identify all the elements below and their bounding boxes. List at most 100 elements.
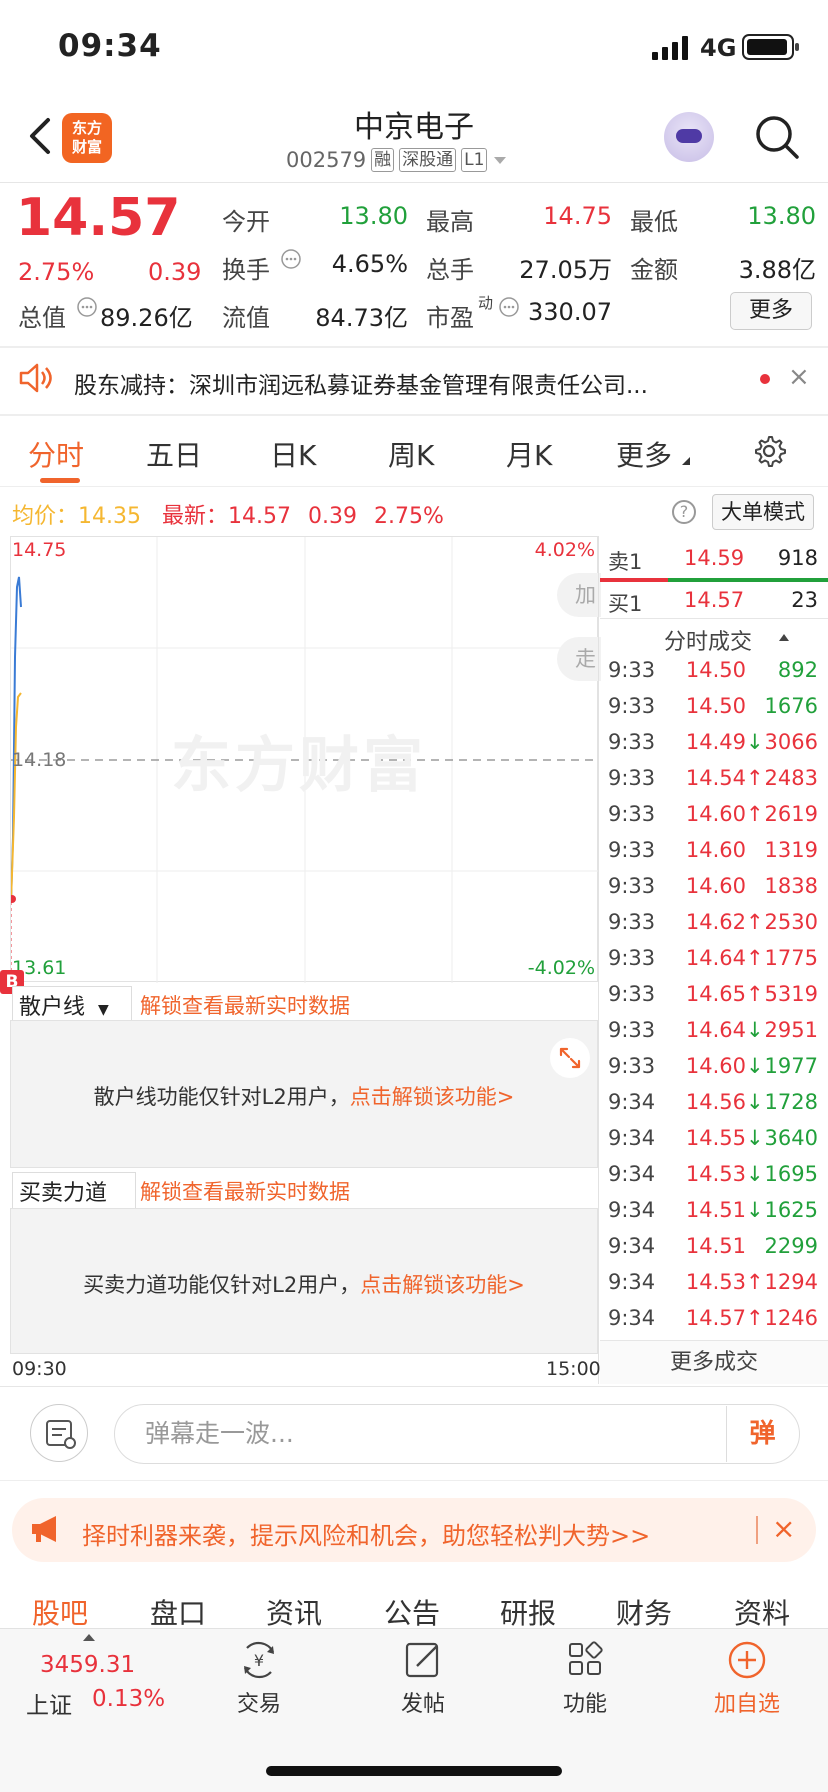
caret-down-icon: ▼: [98, 1002, 109, 1018]
trade-price: 14.53↓: [678, 1162, 764, 1186]
tab-intraday[interactable]: 分时: [28, 434, 84, 474]
more-stats-button[interactable]: 更多: [730, 292, 812, 330]
info-dots-icon[interactable]: [280, 248, 302, 270]
chevron-down-icon: [494, 157, 507, 164]
tab-weekly-k[interactable]: 周K: [388, 434, 434, 474]
arrow-down-icon: ↓: [746, 730, 764, 754]
retail-unlock-link[interactable]: 点击解锁该功能>: [350, 1085, 515, 1109]
arrow-up-icon: ↑: [746, 766, 764, 790]
trade-price-value: 14.60: [685, 838, 746, 862]
arrow-up-icon: ↑: [746, 946, 764, 970]
trade-row: 9:33 14.64↓ 2951: [600, 1018, 828, 1054]
trade-time: 9:33: [608, 802, 656, 826]
btab-news[interactable]: 资讯: [266, 1592, 322, 1632]
avg-label: 均价：: [12, 504, 79, 529]
tab-more[interactable]: 更多: [616, 434, 672, 474]
notice-text[interactable]: 股东减持：深圳市润远私募证券基金管理有限责任公司...: [74, 366, 734, 400]
btab-forum[interactable]: 股吧: [32, 1592, 88, 1632]
trade-price: 14.49↓: [678, 730, 764, 754]
watermark-text: 东方财富: [171, 731, 427, 801]
trade-price-value: 14.51: [685, 1198, 746, 1222]
trend-side-button[interactable]: 走: [557, 637, 601, 681]
trade-price-value: 14.56: [685, 1090, 746, 1114]
order-book: 卖1 14.59 918 买1 14.57 23 分时成交 9:33 14.50 8…: [600, 536, 828, 1384]
stat-value-low: 13.80: [747, 202, 816, 230]
retail-unlock-hint[interactable]: 解锁查看最新实时数据: [140, 990, 350, 1020]
settings-gear-icon[interactable]: [752, 434, 786, 468]
tag-margin: 融: [371, 148, 395, 172]
trade-row: 9:33 14.65↑ 5319: [600, 982, 828, 1018]
grid-apps-icon: [569, 1641, 603, 1675]
trade-price: 14.60: [678, 874, 762, 898]
btab-announcements[interactable]: 公告: [384, 1592, 440, 1632]
retail-lock-panel: 散户线功能仅针对L2用户，点击解锁该功能>: [10, 1020, 598, 1168]
danmaku-list-icon[interactable]: [30, 1404, 88, 1462]
trade-price: 14.64↑: [678, 946, 764, 970]
index-name[interactable]: 上证: [26, 1686, 72, 1720]
force-unlock-hint[interactable]: 解锁查看最新实时数据: [140, 1176, 350, 1206]
trade-volume: 1838: [764, 874, 818, 898]
chart-end-time: 15:00: [546, 1358, 601, 1380]
tag-connect: 深股通: [399, 148, 457, 172]
more-trades-button[interactable]: 更多成交: [600, 1340, 828, 1384]
btab-finance[interactable]: 财务: [616, 1592, 672, 1632]
trade-price: 14.60↑: [678, 802, 764, 826]
trades-title[interactable]: 分时成交: [664, 624, 752, 656]
robot-assistant-icon[interactable]: [664, 112, 714, 162]
notice-close-button[interactable]: ×: [788, 362, 810, 392]
stock-code-row[interactable]: 002579 融 深股通 L1: [286, 148, 508, 172]
search-icon[interactable]: [754, 114, 800, 160]
buy1-label: 买1: [608, 592, 643, 616]
chart-low-pct: -4.02%: [527, 957, 595, 979]
divider: [756, 1516, 758, 1544]
trade-row: 9:33 14.50 892: [600, 658, 828, 694]
trade-price: 14.50: [678, 658, 762, 682]
tag-level: L1: [461, 148, 488, 172]
help-icon[interactable]: ?: [672, 500, 696, 524]
arrow-up-icon: ↑: [746, 1306, 764, 1330]
btab-research[interactable]: 研报: [500, 1592, 556, 1632]
home-indicator: [266, 1766, 562, 1776]
functions-button[interactable]: 功能: [530, 1640, 640, 1718]
intraday-chart[interactable]: 东方财富 14.75 14.18 13.61 4.02% -4.02% 加 走: [10, 536, 601, 983]
trade-time: 9:33: [608, 1018, 656, 1042]
tab-monthly-k[interactable]: 月K: [506, 434, 552, 474]
trade-price: 14.62↑: [678, 910, 764, 934]
trade-volume: 1625: [764, 1198, 818, 1222]
trade-price: 14.65↑: [678, 982, 764, 1006]
info-dots-icon[interactable]: [76, 296, 98, 318]
btab-handicap[interactable]: 盘口: [150, 1592, 206, 1632]
trade-volume: 5319: [764, 982, 818, 1006]
danmaku-input[interactable]: 弹幕走一波...: [114, 1404, 800, 1464]
trade-price-value: 14.50: [685, 694, 746, 718]
trade-yuan-icon: ¥: [244, 1641, 274, 1679]
trade-volume: 2299: [764, 1234, 818, 1258]
expand-icon[interactable]: [549, 1037, 591, 1079]
trade-price-value: 14.55: [685, 1126, 746, 1150]
force-unlock-link[interactable]: 点击解锁该功能>: [360, 1273, 525, 1297]
info-dots-icon[interactable]: [498, 296, 520, 318]
index-value[interactable]: 3459.31: [40, 1652, 135, 1678]
tab-daily-k[interactable]: 日K: [270, 434, 316, 474]
add-watchlist-button[interactable]: 加自选: [692, 1640, 802, 1718]
trade-button[interactable]: ¥ 交易: [204, 1640, 314, 1718]
trade-price-value: 14.49: [685, 730, 746, 754]
chart-high-price: 14.75: [12, 539, 67, 561]
trade-volume: 1775: [764, 946, 818, 970]
retail-line-select[interactable]: 散户线 ▼: [12, 986, 132, 1024]
btab-profile[interactable]: 资料: [734, 1592, 790, 1632]
big-order-mode-button[interactable]: 大单模式: [712, 494, 814, 530]
promo-text[interactable]: 择时利器来袭，提示风险和机会，助您轻松判大势>>: [82, 1516, 650, 1551]
force-select-label: 买卖力道: [19, 1181, 108, 1206]
sell-ratio-bar: [600, 578, 668, 582]
add-side-button[interactable]: 加: [557, 573, 601, 617]
index-pct[interactable]: 0.13%: [92, 1686, 165, 1712]
status-bar: 09:34 4G: [0, 0, 828, 96]
tab-five-day[interactable]: 五日: [146, 434, 202, 474]
post-button[interactable]: 发帖: [368, 1640, 478, 1718]
trade-volume: 1319: [764, 838, 818, 862]
promo-close-button[interactable]: ×: [772, 1512, 795, 1545]
trade-time: 9:34: [608, 1234, 656, 1258]
divider: [0, 486, 828, 487]
danmaku-send-button[interactable]: 弹: [726, 1406, 798, 1462]
